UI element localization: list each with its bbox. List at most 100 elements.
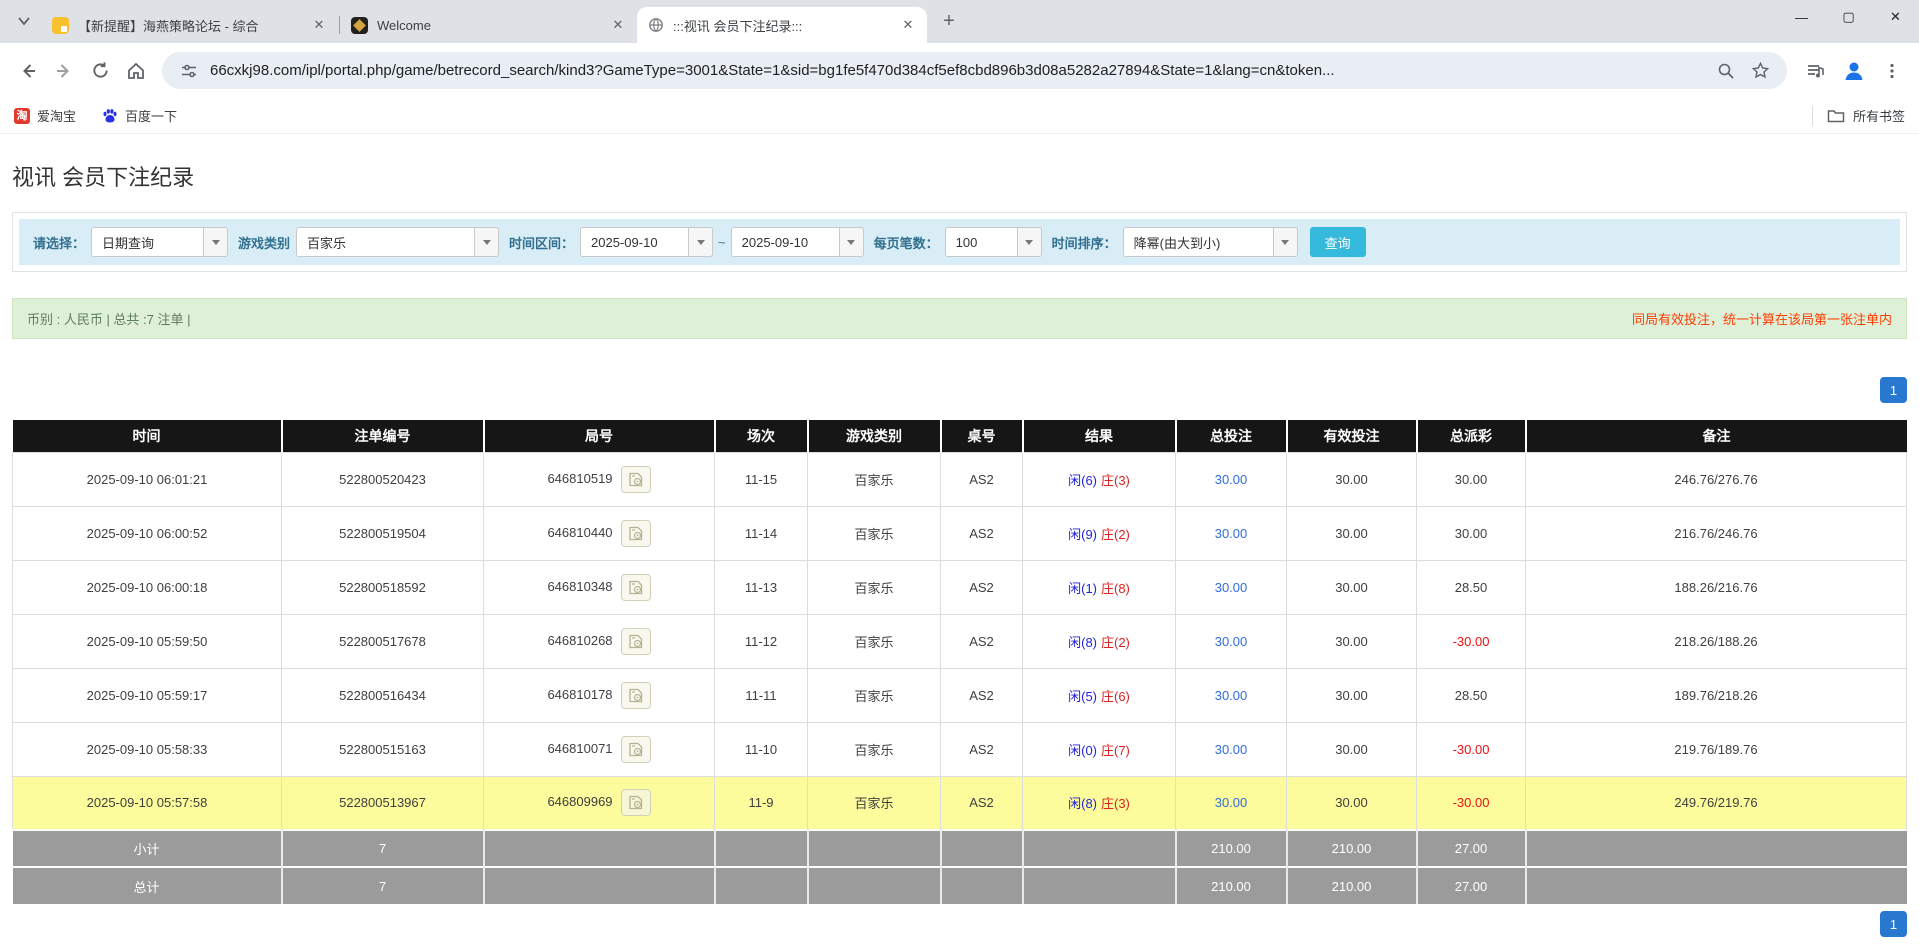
total-bet-link[interactable]: 30.00 (1215, 688, 1248, 703)
tab-close-icon[interactable]: ✕ (899, 16, 917, 34)
total-bet-link[interactable]: 30.00 (1215, 580, 1248, 595)
total-bet-link[interactable]: 30.00 (1215, 795, 1248, 810)
cell-session: 11-15 (715, 452, 808, 506)
tab-welcome[interactable]: Welcome ✕ (341, 7, 637, 43)
video-replay-icon[interactable] (621, 520, 651, 547)
cell-round-id: 646809969 (484, 776, 715, 830)
zoom-icon[interactable] (1713, 58, 1739, 84)
tab-close-icon[interactable]: ✕ (609, 16, 627, 34)
table-row: 2025-09-10 06:01:21 522800520423 6468105… (13, 452, 1907, 506)
page-1-button[interactable]: 1 (1880, 377, 1907, 403)
cell-game-type: 百家乐 (808, 668, 941, 722)
new-tab-button[interactable]: + (935, 7, 963, 35)
cell-remark: 216.76/246.76 (1526, 506, 1907, 560)
total-total-bet: 210.00 (1176, 867, 1287, 904)
pagination-bottom: 1 (12, 911, 1907, 937)
taobao-icon: 淘 (14, 108, 30, 124)
back-icon[interactable] (10, 53, 46, 89)
column-header: 总派彩 (1417, 420, 1526, 452)
page-1-button[interactable]: 1 (1880, 911, 1907, 937)
table-row: 2025-09-10 05:59:17 522800516434 6468101… (13, 668, 1907, 722)
total-bet-link[interactable]: 30.00 (1215, 634, 1248, 649)
url-bar[interactable]: 66cxkj98.com/ipl/portal.php/game/betreco… (162, 52, 1787, 89)
cell-remark: 246.76/276.76 (1526, 452, 1907, 506)
tab-close-icon[interactable]: ✕ (310, 16, 328, 34)
tab-forum[interactable]: 【新提醒】海燕策略论坛 - 综合 ✕ (42, 7, 338, 43)
tab-search-icon[interactable] (10, 7, 38, 35)
video-replay-icon[interactable] (621, 466, 651, 493)
subtotal-label: 小计 (13, 830, 282, 867)
cell-session: 11-11 (715, 668, 808, 722)
column-header: 注单编号 (282, 420, 484, 452)
video-replay-icon[interactable] (621, 574, 651, 601)
url-text[interactable]: 66cxkj98.com/ipl/portal.php/game/betreco… (210, 62, 1705, 79)
chevron-down-icon[interactable] (1017, 227, 1042, 257)
cell-result: 闲(1)庄(8) (1023, 560, 1176, 614)
cell-time: 2025-09-10 06:00:18 (13, 560, 282, 614)
cell-round-id: 646810071 (484, 722, 715, 776)
sort-select[interactable]: 降幂(由大到小) (1123, 227, 1298, 257)
cell-remark: 249.76/219.76 (1526, 776, 1907, 830)
chevron-down-icon[interactable] (688, 227, 713, 257)
chevron-down-icon[interactable] (203, 227, 228, 257)
query-type-select[interactable]: 日期查询 (91, 227, 228, 257)
cell-time: 2025-09-10 05:58:33 (13, 722, 282, 776)
cell-valid-bet: 30.00 (1287, 506, 1417, 560)
total-bet-link[interactable]: 30.00 (1215, 742, 1248, 757)
chevron-down-icon[interactable] (1273, 227, 1298, 257)
bookmark-baidu[interactable]: 百度一下 (102, 106, 177, 125)
total-label: 总计 (13, 867, 282, 904)
all-bookmarks[interactable]: 所有书签 (1812, 106, 1905, 126)
cell-bet-id: 522800513967 (282, 776, 484, 830)
cell-table-no: AS2 (941, 776, 1023, 830)
cell-valid-bet: 30.00 (1287, 614, 1417, 668)
cell-table-no: AS2 (941, 560, 1023, 614)
cell-round-id: 646810178 (484, 668, 715, 722)
cell-valid-bet: 30.00 (1287, 560, 1417, 614)
cell-time: 2025-09-10 06:01:21 (13, 452, 282, 506)
chevron-down-icon[interactable] (474, 227, 499, 257)
tab-bet-record[interactable]: :::视讯 会员下注纪录::: ✕ (637, 7, 927, 43)
total-bet-link[interactable]: 30.00 (1215, 526, 1248, 541)
video-replay-icon[interactable] (621, 789, 651, 816)
page-title: 视讯 会员下注纪录 (12, 160, 1907, 192)
cell-valid-bet: 30.00 (1287, 722, 1417, 776)
total-bet-link[interactable]: 30.00 (1215, 472, 1248, 487)
select-label: 请选择： (33, 233, 85, 252)
forum-favicon-icon (52, 17, 69, 34)
cell-result: 闲(8)庄(2) (1023, 614, 1176, 668)
summary-bar: 币别 : 人民币 | 总共 :7 注单 | 同局有效投注，统一计算在该局第一张注… (12, 298, 1907, 339)
cell-payout: 28.50 (1417, 560, 1526, 614)
maximize-button[interactable]: ▢ (1825, 0, 1872, 34)
cell-remark: 189.76/218.26 (1526, 668, 1907, 722)
media-controls-icon[interactable] (1799, 54, 1833, 88)
date-to-select[interactable]: 2025-09-10 (731, 227, 864, 257)
cell-total-bet: 30.00 (1176, 614, 1287, 668)
cell-table-no: AS2 (941, 452, 1023, 506)
game-type-select[interactable]: 百家乐 (296, 227, 499, 257)
cell-game-type: 百家乐 (808, 614, 941, 668)
video-replay-icon[interactable] (621, 682, 651, 709)
cell-result: 闲(6)庄(3) (1023, 452, 1176, 506)
video-replay-icon[interactable] (621, 736, 651, 763)
browser-menu-icon[interactable] (1875, 54, 1909, 88)
video-replay-icon[interactable] (621, 628, 651, 655)
close-button[interactable]: ✕ (1872, 0, 1919, 34)
table-row: 2025-09-10 05:58:33 522800515163 6468100… (13, 722, 1907, 776)
column-header: 桌号 (941, 420, 1023, 452)
minimize-button[interactable]: — (1778, 0, 1825, 34)
site-settings-icon[interactable] (176, 58, 202, 84)
cell-game-type: 百家乐 (808, 560, 941, 614)
profile-avatar[interactable] (1837, 54, 1871, 88)
bookmark-taobao[interactable]: 淘 爱淘宝 (14, 106, 76, 125)
bookmark-star-icon[interactable] (1747, 58, 1773, 84)
chevron-down-icon[interactable] (839, 227, 864, 257)
search-button[interactable]: 查询 (1310, 227, 1366, 257)
home-icon[interactable] (118, 53, 154, 89)
page-size-select[interactable]: 100 (945, 227, 1042, 257)
reload-icon[interactable] (82, 53, 118, 89)
date-from-select[interactable]: 2025-09-10 (580, 227, 713, 257)
cell-payout: -30.00 (1417, 722, 1526, 776)
column-header: 时间 (13, 420, 282, 452)
forward-icon[interactable] (46, 53, 82, 89)
